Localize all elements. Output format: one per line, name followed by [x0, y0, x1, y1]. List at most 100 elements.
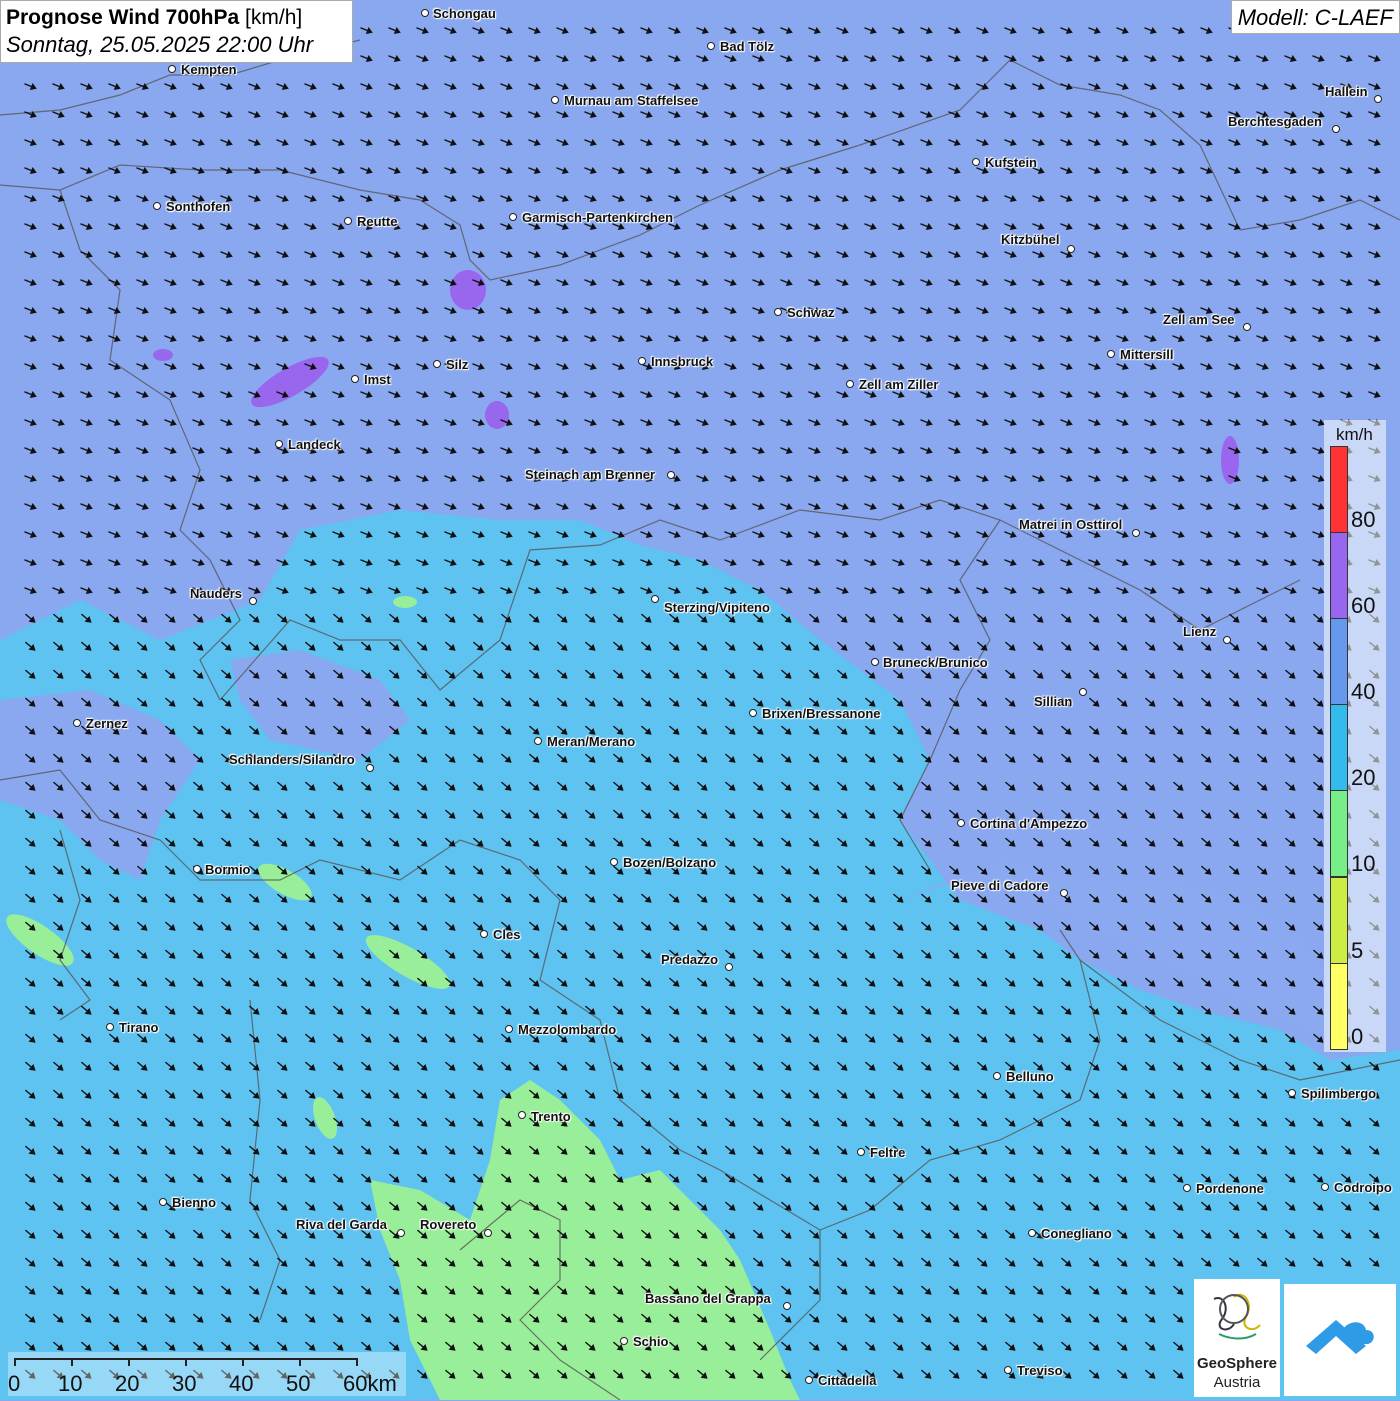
- city-label: Cortina d'Ampezzo: [970, 816, 1088, 831]
- scale-tick: [14, 1358, 16, 1366]
- city-marker[interactable]: [620, 1337, 628, 1345]
- city-marker[interactable]: [534, 737, 542, 745]
- city-marker[interactable]: [1243, 323, 1251, 331]
- map-subtitle: Sonntag, 25.05.2025 22:00 Uhr: [6, 32, 314, 57]
- model-label: Modell: C-LAEF: [1230, 0, 1400, 34]
- legend-unit: km/h: [1336, 425, 1373, 444]
- city-marker[interactable]: [275, 440, 283, 448]
- city-label: Schio: [633, 1334, 669, 1349]
- city-marker[interactable]: [1079, 688, 1087, 696]
- city-marker[interactable]: [707, 42, 715, 50]
- city-marker[interactable]: [249, 597, 257, 605]
- city-label: Silz: [446, 357, 469, 372]
- city-marker[interactable]: [871, 658, 879, 666]
- scale-tick: [71, 1358, 73, 1366]
- city-marker[interactable]: [366, 764, 374, 772]
- city-label: Kufstein: [985, 155, 1037, 170]
- city-marker[interactable]: [638, 357, 646, 365]
- city-marker[interactable]: [551, 96, 559, 104]
- city-marker[interactable]: [1060, 889, 1068, 897]
- city-marker[interactable]: [1223, 636, 1231, 644]
- city-label: Predazzo: [661, 952, 719, 967]
- city-marker[interactable]: [805, 1376, 813, 1384]
- city-label: Mittersill: [1120, 347, 1174, 362]
- legend-label: 60: [1351, 593, 1376, 618]
- city-marker[interactable]: [484, 1229, 492, 1237]
- city-marker[interactable]: [1321, 1183, 1329, 1191]
- geosphere-logo-icon: [1213, 1293, 1261, 1340]
- legend-label: 80: [1351, 507, 1376, 532]
- scale-label: 10: [58, 1371, 83, 1396]
- city-label: Sonthofen: [166, 199, 231, 214]
- city-marker[interactable]: [667, 471, 675, 479]
- city-marker[interactable]: [168, 65, 176, 73]
- city-label: Belluno: [1006, 1069, 1054, 1084]
- city-marker[interactable]: [972, 158, 980, 166]
- purple-patch-3: [485, 401, 509, 429]
- city-label: Hallein: [1325, 84, 1368, 99]
- city-label: Conegliano: [1041, 1226, 1112, 1241]
- city-marker[interactable]: [193, 865, 201, 873]
- city-marker[interactable]: [106, 1023, 114, 1031]
- city-marker[interactable]: [993, 1072, 1001, 1080]
- city-label: Codroipo: [1334, 1180, 1392, 1195]
- app-logo[interactable]: [1284, 1284, 1396, 1396]
- city-marker[interactable]: [749, 709, 757, 717]
- city-label: Bormio: [205, 862, 251, 877]
- legend-color-swatch: [1330, 532, 1348, 619]
- city-label: Garmisch-Partenkirchen: [522, 210, 674, 225]
- city-marker[interactable]: [1004, 1366, 1012, 1374]
- city-marker[interactable]: [774, 308, 782, 316]
- city-marker[interactable]: [73, 719, 81, 727]
- city-label: Pieve di Cadore: [951, 878, 1049, 893]
- city-marker[interactable]: [1067, 245, 1075, 253]
- city-marker[interactable]: [159, 1198, 167, 1206]
- city-label: Cittadella: [818, 1373, 877, 1388]
- city-marker[interactable]: [421, 9, 429, 17]
- city-label: Schwaz: [787, 305, 835, 320]
- purple-patch-2: [450, 270, 486, 310]
- city-label: Innsbruck: [651, 354, 714, 369]
- title-box: Prognose Wind 700hPa [km/h] Sonntag, 25.…: [0, 0, 353, 63]
- city-marker[interactable]: [725, 963, 733, 971]
- app-logo-icon: [1306, 1320, 1374, 1354]
- city-marker[interactable]: [509, 213, 517, 221]
- city-marker[interactable]: [433, 360, 441, 368]
- city-marker[interactable]: [1107, 350, 1115, 358]
- city-label: Schlanders/Silandro: [229, 752, 355, 767]
- city-label: Kempten: [181, 62, 237, 77]
- legend-label: 0: [1351, 1024, 1364, 1049]
- city-label: Imst: [364, 372, 391, 387]
- city-label: Bad Tölz: [720, 39, 775, 54]
- city-marker[interactable]: [505, 1025, 513, 1033]
- city-marker[interactable]: [783, 1302, 791, 1310]
- legend-label: 40: [1351, 679, 1376, 704]
- city-marker[interactable]: [1132, 529, 1140, 537]
- city-marker[interactable]: [1332, 125, 1340, 133]
- city-marker[interactable]: [351, 375, 359, 383]
- city-label: Rovereto: [420, 1217, 477, 1232]
- city-label: Riva del Garda: [296, 1217, 388, 1232]
- city-marker[interactable]: [1028, 1229, 1036, 1237]
- legend-color-swatch: [1330, 963, 1348, 1050]
- city-marker[interactable]: [957, 819, 965, 827]
- city-marker[interactable]: [153, 202, 161, 210]
- city-marker[interactable]: [857, 1148, 865, 1156]
- city-marker[interactable]: [651, 595, 659, 603]
- city-marker[interactable]: [397, 1229, 405, 1237]
- scale-tick: [299, 1358, 301, 1366]
- city-marker[interactable]: [1288, 1089, 1296, 1097]
- city-label: Berchtesgaden: [1228, 114, 1322, 129]
- city-marker[interactable]: [846, 380, 854, 388]
- legend-label: 10: [1351, 851, 1376, 876]
- city-marker[interactable]: [1183, 1184, 1191, 1192]
- city-marker[interactable]: [518, 1111, 526, 1119]
- city-marker[interactable]: [480, 930, 488, 938]
- scale-tick: [128, 1358, 130, 1366]
- city-label: Zernez: [86, 716, 128, 731]
- city-label: Landeck: [288, 437, 341, 452]
- city-label: Matrei in Osttirol: [1019, 517, 1123, 532]
- city-marker[interactable]: [1374, 95, 1382, 103]
- city-marker[interactable]: [610, 858, 618, 866]
- city-marker[interactable]: [344, 217, 352, 225]
